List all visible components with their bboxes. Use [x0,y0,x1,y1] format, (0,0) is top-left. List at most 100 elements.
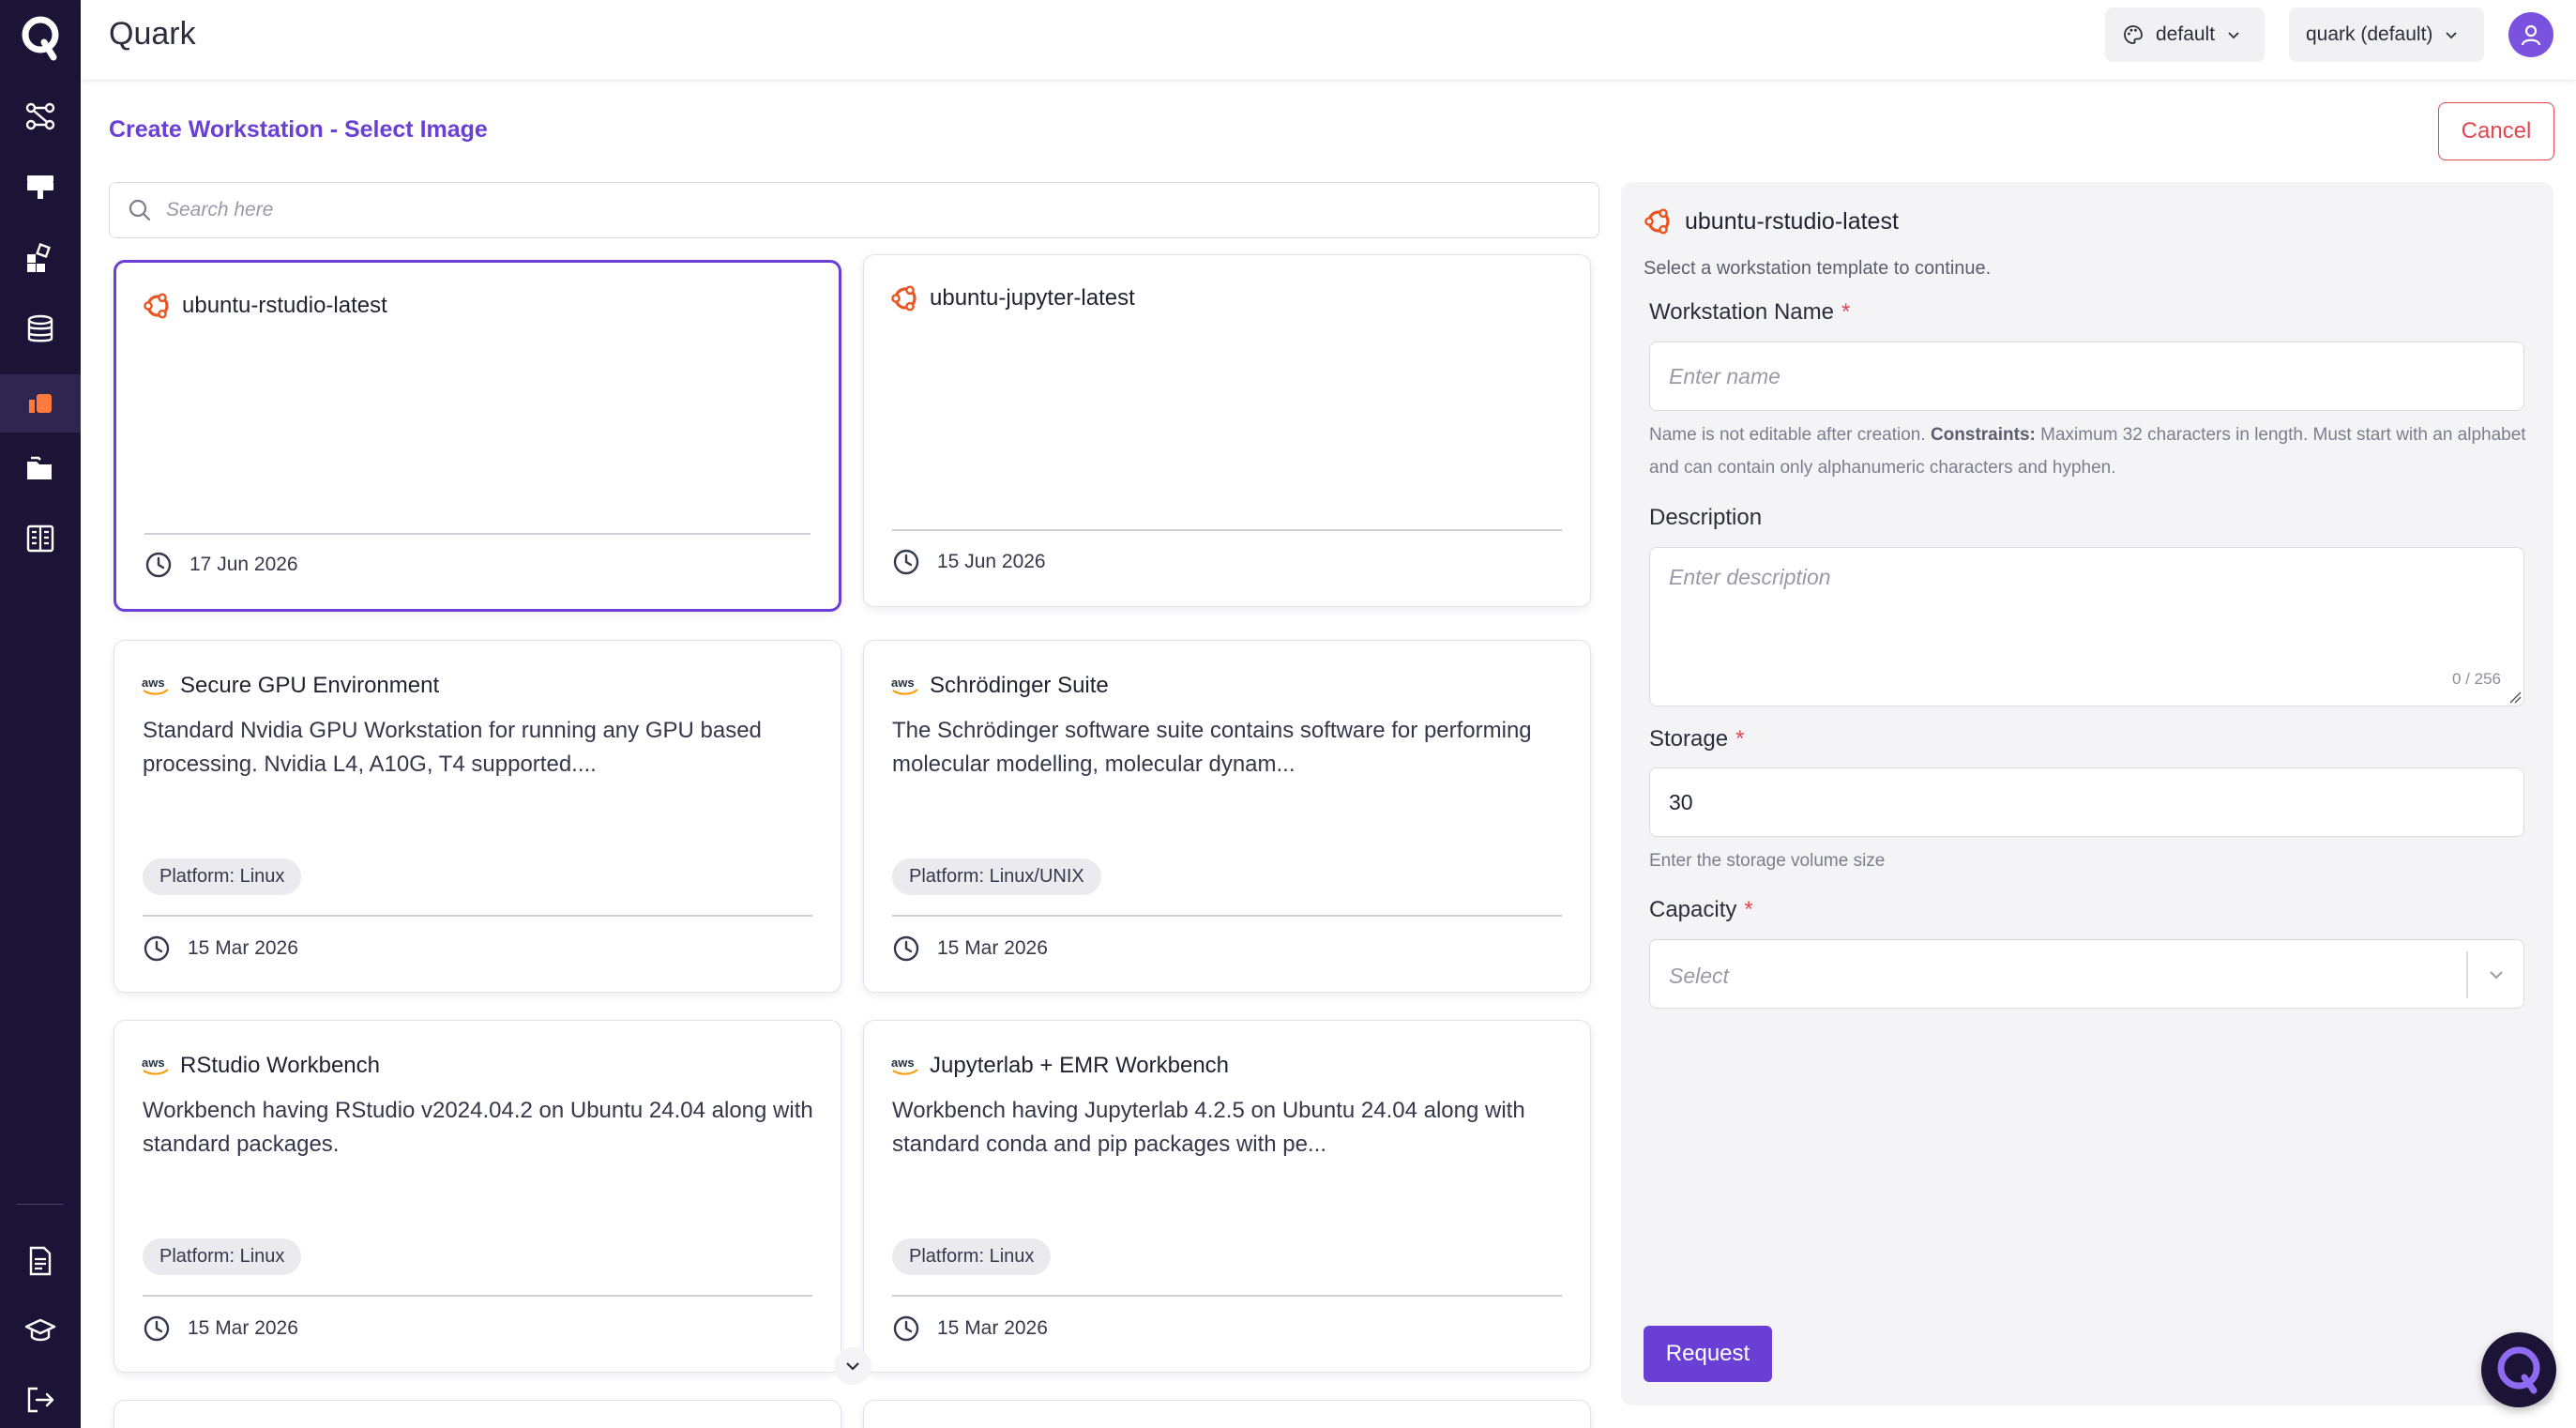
storage-label: Storage * [1649,726,1744,752]
theme-select[interactable]: default [2105,8,2265,62]
card-title: RStudio Workbench [180,1053,380,1078]
sidebar [0,0,81,1428]
workstation-name-input[interactable] [1649,342,2524,411]
ubuntu-icon [144,293,169,319]
name-help-constraints: Constraints: [1930,425,2036,445]
image-card[interactable]: aws Secure GPU Environment Standard Nvid… [114,640,841,993]
platform-tag: Platform: Linux [143,858,302,895]
user-icon [2521,24,2541,46]
platform-tag: Platform: Linux/UNIX [892,858,1101,895]
workstation-form-panel: ubuntu-rstudio-latest Select a workstati… [1621,182,2553,1405]
database-icon [27,314,53,342]
workstation-name-label-text: Workstation Name [1649,299,1834,325]
clock-icon [893,1315,919,1342]
quark-logo[interactable] [0,0,81,75]
required-marker: * [1735,726,1745,752]
search-input[interactable] [166,199,1573,221]
svg-text:aws: aws [891,676,915,690]
image-card[interactable]: aws RStudio Workbench Workbench having R… [114,1020,841,1373]
top-header: Quark default quark (default) [81,0,2576,81]
image-card[interactable] [863,1400,1591,1428]
clock-icon [145,552,172,578]
card-divider [143,915,812,917]
capacity-label-text: Capacity [1649,897,1737,922]
cancel-button[interactable]: Cancel [2438,102,2554,160]
sidebar-item-data[interactable] [0,300,81,358]
sidebar-item-files[interactable] [0,440,81,498]
graduation-cap-icon [24,1318,56,1342]
sidebar-item-docs[interactable] [0,1232,81,1290]
card-date-text: 15 Mar 2026 [188,1317,298,1339]
sidebar-item-logout[interactable] [0,1371,81,1428]
user-avatar[interactable] [2508,12,2553,57]
required-marker: * [1744,897,1753,922]
card-title: Schrödinger Suite [930,673,1109,698]
resize-handle-icon[interactable] [2508,691,2522,704]
description-textarea[interactable] [1649,547,2524,706]
storage-input[interactable] [1649,767,2524,837]
ubuntu-icon [891,285,917,311]
request-button[interactable]: Request [1644,1326,1772,1382]
panel-header: ubuntu-rstudio-latest [1644,206,1899,236]
image-card[interactable]: aws Jupyterlab + EMR Workbench Workbench… [863,1020,1591,1373]
card-divider [892,529,1562,531]
sidebar-item-apps[interactable] [0,230,81,288]
search-bar [109,182,1599,238]
platform-tag: Platform: Linux [892,1238,1052,1275]
card-header: aws Secure GPU Environment [141,673,439,699]
sidebar-item-workflows[interactable] [0,87,81,145]
quark-assistant-icon [2497,1346,2540,1394]
card-date: 15 Mar 2026 [892,1314,1048,1343]
card-date: 15 Jun 2026 [892,548,1046,576]
card-date: 17 Jun 2026 [144,551,298,579]
clock-icon [144,935,170,962]
aws-icon: aws [142,1056,169,1075]
capacity-label: Capacity * [1649,897,1753,923]
palette-icon [2124,25,2143,44]
platform-tag: Platform: Linux [143,1238,302,1275]
chevron-down-icon [2490,971,2503,980]
search-icon [129,199,151,221]
required-marker: * [1841,299,1851,325]
card-date-text: 15 Jun 2026 [937,551,1046,572]
image-card[interactable] [114,1400,841,1428]
card-title: ubuntu-jupyter-latest [930,285,1135,311]
card-date: 15 Mar 2026 [143,1314,298,1343]
sidebar-item-notebooks[interactable] [0,509,81,568]
sidebar-divider [17,1204,64,1205]
aws-icon: aws [891,1056,918,1075]
capacity-select[interactable]: Select [1649,939,2524,1009]
card-header: ubuntu-rstudio-latest [143,291,387,321]
capacity-select-placeholder: Select [1669,964,1729,988]
apps-icon [27,243,51,272]
card-title: Jupyterlab + EMR Workbench [930,1053,1230,1078]
sidebar-item-learning[interactable] [0,1301,81,1360]
panel-subtitle: Select a workstation template to continu… [1644,258,1992,279]
card-date-text: 15 Mar 2026 [188,937,298,959]
project-select[interactable]: quark (default) [2289,8,2484,62]
image-card[interactable]: ubuntu-rstudio-latest 17 Jun 2026 [114,260,841,612]
card-description: Workbench having RStudio v2024.04.2 on U… [143,1098,813,1157]
clock-icon [893,549,919,575]
chevron-down-icon [2446,32,2458,39]
workstation-name-help: Name is not editable after creation. Con… [1649,418,2531,484]
card-description: The Schrödinger software suite contains … [892,718,1532,777]
card-date-text: 15 Mar 2026 [937,1317,1048,1339]
card-date: 15 Mar 2026 [892,934,1048,963]
sidebar-item-workstations[interactable] [0,374,81,433]
svg-text:aws: aws [142,676,165,690]
assistant-button[interactable] [2481,1332,2556,1407]
card-title: Secure GPU Environment [180,673,440,698]
desktop-icon [27,175,53,199]
storage-label-text: Storage [1649,726,1729,752]
ubuntu-icon [1644,208,1670,235]
workflow-icon [25,102,55,130]
aws-icon: aws [142,676,169,695]
image-card[interactable]: ubuntu-jupyter-latest 15 Jun 2026 [863,254,1591,607]
scroll-down-button[interactable] [834,1347,871,1385]
card-header: aws Schrödinger Suite [890,673,1109,699]
document-icon [29,1246,52,1276]
sidebar-item-desktops[interactable] [0,159,81,217]
card-date-text: 17 Jun 2026 [189,554,298,575]
image-card[interactable]: aws Schrödinger Suite The Schrödinger so… [863,640,1591,993]
